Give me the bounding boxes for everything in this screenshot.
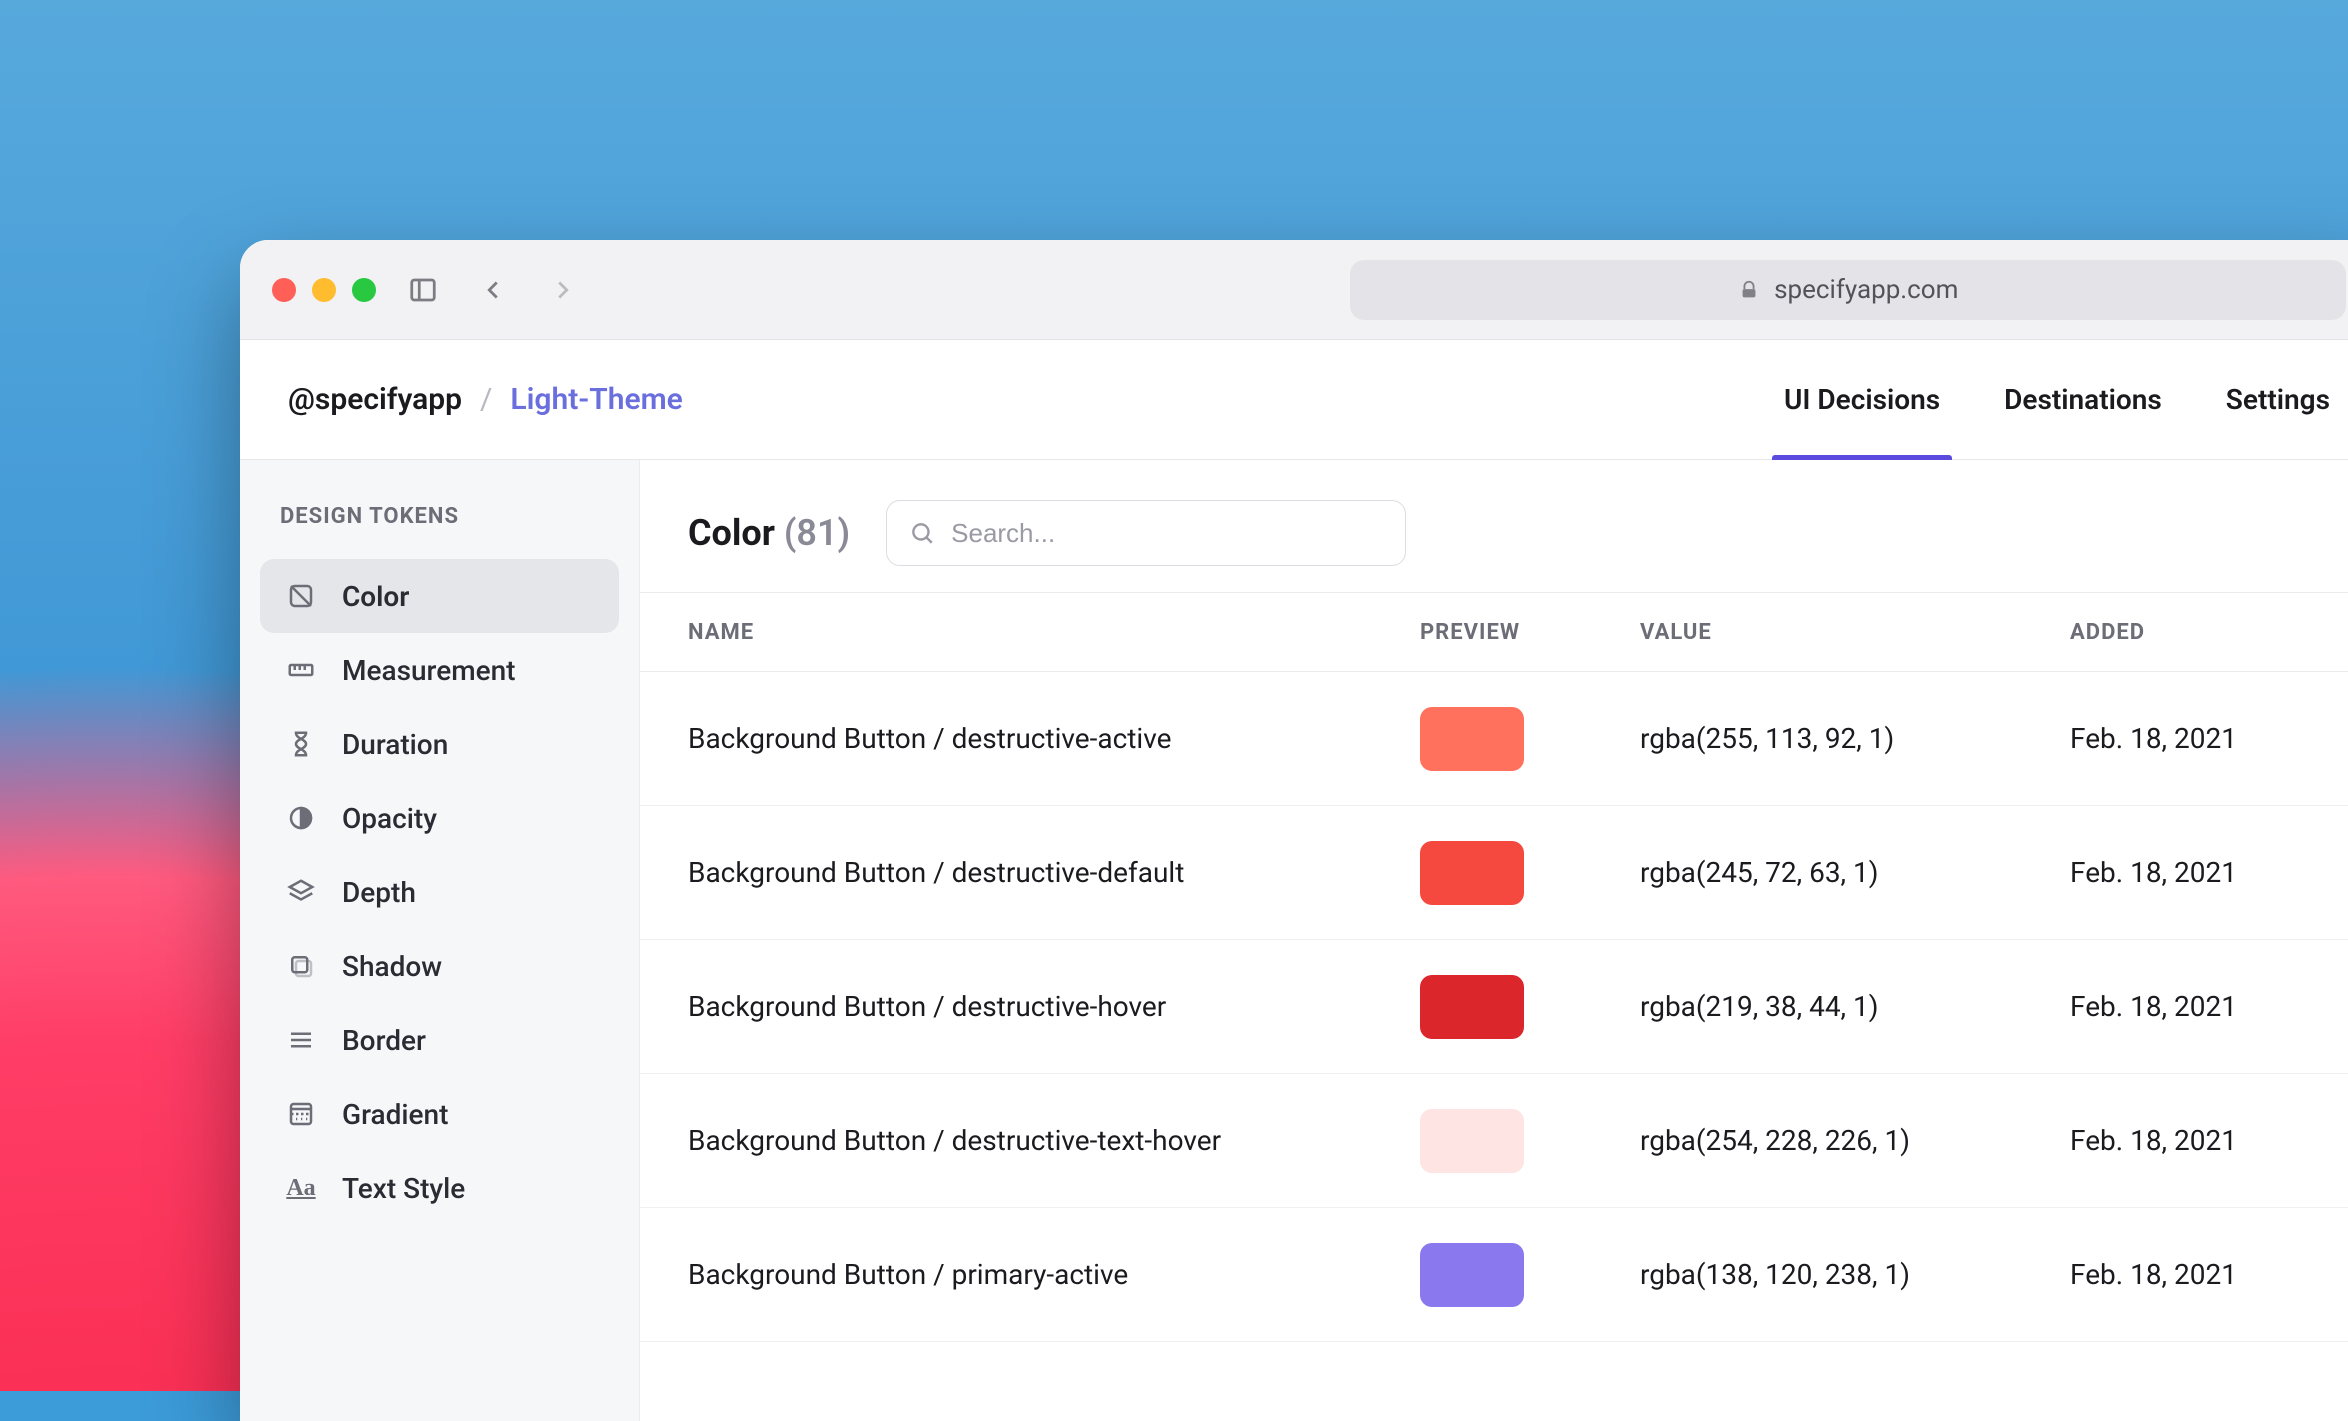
col-name: NAME: [688, 620, 1420, 645]
token-added: Feb. 18, 2021: [2070, 856, 2330, 889]
sidebar-item-opacity[interactable]: Opacity: [260, 781, 619, 855]
token-name: Background Button / destructive-hover: [688, 990, 1420, 1023]
close-window-button[interactable]: [272, 278, 296, 302]
ruler-icon: [284, 653, 318, 687]
app-header: @specifyapp / Light-Theme UI Decisions D…: [240, 340, 2348, 460]
minimize-window-button[interactable]: [312, 278, 336, 302]
hourglass-icon: [284, 727, 318, 761]
tab-settings[interactable]: Settings: [2226, 340, 2330, 459]
col-preview: PREVIEW: [1420, 620, 1640, 645]
sidebar-item-label: Measurement: [342, 654, 516, 687]
sidebar-item-label: Text Style: [342, 1172, 465, 1205]
address-bar[interactable]: specifyapp.com: [1350, 260, 2346, 320]
sidebar-item-label: Duration: [342, 728, 448, 761]
token-added: Feb. 18, 2021: [2070, 990, 2330, 1023]
sidebar-item-border[interactable]: Border: [260, 1003, 619, 1077]
layers-icon: [284, 875, 318, 909]
sidebar-item-duration[interactable]: Duration: [260, 707, 619, 781]
token-name: Background Button / destructive-active: [688, 722, 1420, 755]
browser-window: specifyapp.com @specifyapp / Light-Theme…: [240, 240, 2348, 1421]
sidebar-section-title: DESIGN TOKENS: [260, 504, 619, 559]
table-header: NAME PREVIEW VALUE ADDED: [640, 592, 2348, 672]
sidebar-item-color[interactable]: Color: [260, 559, 619, 633]
sidebar-item-label: Shadow: [342, 950, 442, 983]
token-added: Feb. 18, 2021: [2070, 1124, 2330, 1157]
token-added: Feb. 18, 2021: [2070, 722, 2330, 755]
gradient-icon: [284, 1097, 318, 1131]
lock-icon: [1738, 279, 1760, 301]
sidebar-item-label: Gradient: [342, 1098, 448, 1131]
shadow-icon: [284, 949, 318, 983]
sidebar-item-depth[interactable]: Depth: [260, 855, 619, 929]
sidebar-item-label: Depth: [342, 876, 416, 909]
table-body: Background Button / destructive-active rg…: [640, 672, 2348, 1342]
breadcrumb-project[interactable]: Light-Theme: [510, 382, 682, 417]
col-value: VALUE: [1640, 620, 2070, 645]
token-name: Background Button / destructive-default: [688, 856, 1420, 889]
table-row[interactable]: Background Button / primary-active rgba(1…: [640, 1208, 2348, 1342]
palette-icon: [284, 579, 318, 613]
breadcrumb-org[interactable]: @specifyapp: [288, 382, 462, 417]
token-value: rgba(255, 113, 92, 1): [1640, 722, 2070, 755]
table-row[interactable]: Background Button / destructive-text-hov…: [640, 1074, 2348, 1208]
tab-ui-decisions[interactable]: UI Decisions: [1784, 340, 1940, 459]
table-row[interactable]: Background Button / destructive-hover rgb…: [640, 940, 2348, 1074]
sidebar-item-label: Opacity: [342, 802, 437, 835]
table-row[interactable]: Background Button / destructive-active rg…: [640, 672, 2348, 806]
zoom-window-button[interactable]: [352, 278, 376, 302]
table-row[interactable]: Background Button / destructive-default r…: [640, 806, 2348, 940]
window-controls: [272, 278, 376, 302]
token-value: rgba(254, 228, 226, 1): [1640, 1124, 2070, 1157]
breadcrumb-sep: /: [480, 382, 492, 417]
token-added: Feb. 18, 2021: [2070, 1258, 2330, 1291]
sidebar-item-measurement[interactable]: Measurement: [260, 633, 619, 707]
search-input[interactable]: [951, 518, 1383, 549]
main-panel: Color (81) NAME PREVIEW VALUE ADDED Back…: [640, 460, 2348, 1421]
col-added: ADDED: [2070, 620, 2330, 645]
sidebar-toggle-icon[interactable]: [400, 267, 446, 313]
address-bar-host: specifyapp.com: [1774, 275, 1958, 305]
color-swatch: [1420, 841, 1524, 905]
sidebar-item-label: Color: [342, 580, 409, 613]
token-name: Background Button / destructive-text-hov…: [688, 1124, 1420, 1157]
token-name: Background Button / primary-active: [688, 1258, 1420, 1291]
sidebar-item-label: Border: [342, 1024, 426, 1057]
page-title: Color (81): [688, 512, 850, 554]
header-tabs: UI Decisions Destinations Settings: [1784, 340, 2330, 459]
breadcrumb: @specifyapp / Light-Theme: [288, 382, 683, 417]
contrast-icon: [284, 801, 318, 835]
nav-back-icon[interactable]: [470, 267, 516, 313]
sidebar-item-gradient[interactable]: Gradient: [260, 1077, 619, 1151]
nav-forward-icon[interactable]: [540, 267, 586, 313]
color-swatch: [1420, 1243, 1524, 1307]
tab-destinations[interactable]: Destinations: [2004, 340, 2162, 459]
browser-toolbar: specifyapp.com: [240, 240, 2348, 340]
sidebar-item-shadow[interactable]: Shadow: [260, 929, 619, 1003]
main-header: Color (81): [640, 460, 2348, 592]
result-count: (81): [784, 512, 850, 554]
token-value: rgba(138, 120, 238, 1): [1640, 1258, 2070, 1291]
textstyle-icon: Aa: [284, 1171, 318, 1205]
border-icon: [284, 1023, 318, 1057]
token-value: rgba(245, 72, 63, 1): [1640, 856, 2070, 889]
search-field[interactable]: [886, 500, 1406, 566]
search-icon: [909, 520, 935, 546]
sidebar: DESIGN TOKENS Color Measurement Duration: [240, 460, 640, 1421]
token-value: rgba(219, 38, 44, 1): [1640, 990, 2070, 1023]
color-swatch: [1420, 1109, 1524, 1173]
sidebar-item-textstyle[interactable]: Aa Text Style: [260, 1151, 619, 1225]
color-swatch: [1420, 975, 1524, 1039]
color-swatch: [1420, 707, 1524, 771]
